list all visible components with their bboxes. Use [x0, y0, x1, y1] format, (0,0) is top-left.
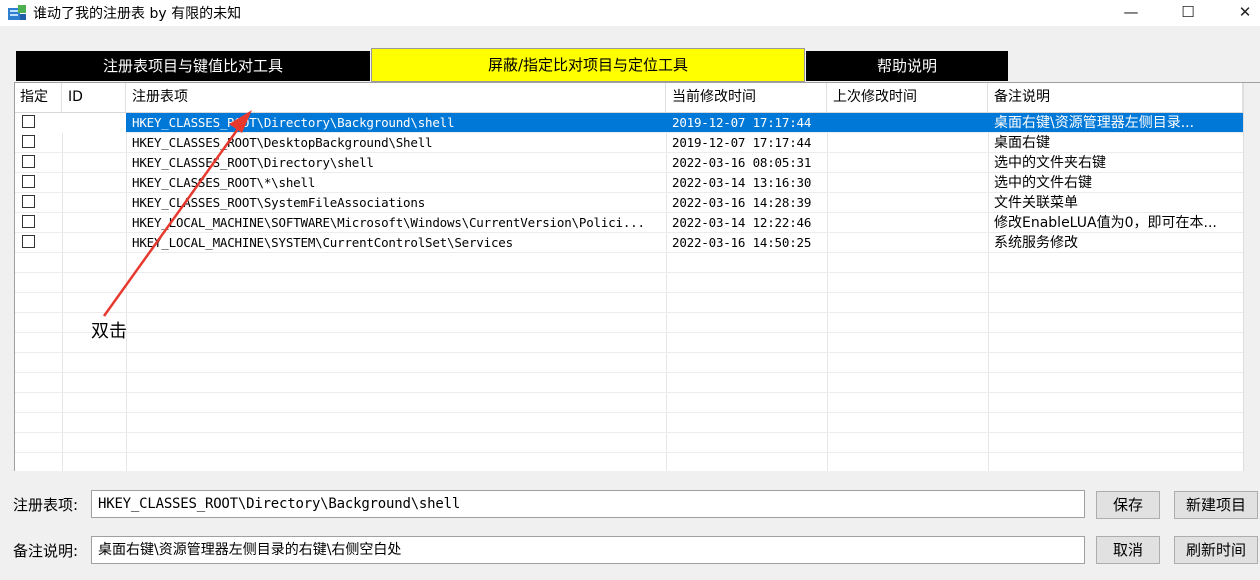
row-checkbox[interactable]	[22, 235, 35, 248]
row-current-time: 2022-03-16 14:50:25	[672, 235, 812, 250]
annotation-label: 双击	[91, 321, 127, 342]
row-current-time: 2022-03-16 08:05:31	[672, 155, 812, 170]
tab-mask-locate[interactable]: 屏蔽/指定比对项目与定位工具	[371, 48, 805, 82]
table-row[interactable]	[15, 273, 1243, 293]
row-key: HKEY_LOCAL_MACHINE\SYSTEM\CurrentControl…	[132, 235, 513, 250]
table-row[interactable]	[15, 433, 1243, 453]
row-key: HKEY_LOCAL_MACHINE\SOFTWARE\Microsoft\Wi…	[132, 215, 645, 230]
row-checkbox-cell[interactable]	[15, 193, 62, 213]
col-header-note[interactable]: 备注说明	[988, 83, 1243, 112]
table-row[interactable]: HKEY_CLASSES_ROOT\SystemFileAssociations…	[15, 193, 1243, 213]
table-row[interactable]	[15, 353, 1243, 373]
save-button[interactable]: 保存	[1096, 491, 1160, 519]
refresh-time-button[interactable]: 刷新时间	[1174, 536, 1258, 564]
row-checkbox[interactable]	[22, 215, 35, 228]
row-checkbox[interactable]	[22, 115, 35, 128]
new-item-button[interactable]: 新建项目	[1174, 491, 1258, 519]
row-key: HKEY_CLASSES_ROOT\Directory\Background\s…	[132, 115, 455, 130]
table-row[interactable]	[15, 373, 1243, 393]
row-note: 桌面右键	[994, 135, 1050, 151]
row-checkbox-cell[interactable]	[15, 133, 62, 153]
row-note: 选中的文件夹右键	[994, 155, 1106, 171]
row-last-time	[827, 173, 988, 193]
window-title: 谁动了我的注册表 by 有限的未知	[33, 6, 242, 22]
row-last-time	[827, 233, 988, 253]
table-row[interactable]: HKEY_CLASSES_ROOT\Directory\shell 2022-03…	[15, 153, 1243, 173]
row-checkbox-cell[interactable]	[15, 113, 62, 133]
col-header-key[interactable]: 注册表项	[126, 83, 666, 112]
tab-registry-compare[interactable]: 注册表项目与键值比对工具	[16, 51, 370, 81]
row-id	[62, 233, 126, 253]
row-last-time	[827, 113, 988, 133]
app-icon	[8, 5, 26, 20]
row-checkbox[interactable]	[22, 175, 35, 188]
table-row[interactable]	[15, 413, 1243, 433]
table-row[interactable]	[15, 253, 1243, 273]
tab-help[interactable]: 帮助说明	[806, 51, 1008, 81]
row-id	[62, 173, 126, 193]
grid-header: 指定 ID 注册表项 当前修改时间 上次修改时间 备注说明	[15, 83, 1243, 113]
table-row[interactable]: HKEY_LOCAL_MACHINE\SYSTEM\CurrentControl…	[15, 233, 1243, 253]
col-header-current-time[interactable]: 当前修改时间	[666, 83, 827, 112]
table-row[interactable]: HKEY_CLASSES_ROOT\*\shell 2022-03-14 13:1…	[15, 173, 1243, 193]
row-checkbox-cell[interactable]	[15, 153, 62, 173]
row-checkbox-cell[interactable]	[15, 213, 62, 233]
row-checkbox-cell[interactable]	[15, 233, 62, 253]
row-note: 文件关联菜单	[994, 195, 1078, 211]
key-label: 注册表项:	[13, 496, 79, 514]
col-header-last-time[interactable]: 上次修改时间	[827, 83, 988, 112]
row-key: HKEY_CLASSES_ROOT\*\shell	[132, 175, 316, 190]
row-last-time	[827, 193, 988, 213]
table-row[interactable]	[15, 313, 1243, 333]
maximize-button[interactable]: ☐	[1160, 0, 1216, 26]
row-last-time	[827, 213, 988, 233]
row-last-time	[827, 133, 988, 153]
minimize-button[interactable]: —	[1103, 0, 1159, 26]
table-row[interactable]	[15, 393, 1243, 413]
close-button[interactable]: ✕	[1217, 0, 1260, 26]
vertical-scrollbar[interactable]	[1243, 83, 1260, 471]
row-last-time	[827, 153, 988, 173]
row-note: 系统服务修改	[994, 235, 1078, 251]
table-row[interactable]: HKEY_CLASSES_ROOT\Directory\Background\s…	[15, 113, 1243, 133]
col-header-assign[interactable]: 指定	[15, 83, 62, 112]
cancel-button[interactable]: 取消	[1096, 536, 1160, 564]
row-current-time: 2022-03-14 12:22:46	[672, 215, 812, 230]
table-row[interactable]	[15, 333, 1243, 353]
row-current-time: 2019-12-07 17:17:44	[672, 115, 812, 130]
row-id	[62, 113, 126, 133]
row-current-time: 2022-03-16 14:28:39	[672, 195, 812, 210]
row-note: 修改EnableLUA值为0，即可在本...	[994, 215, 1217, 231]
row-key: HKEY_CLASSES_ROOT\Directory\shell	[132, 155, 374, 170]
row-checkbox[interactable]	[22, 155, 35, 168]
registry-grid[interactable]: 指定 ID 注册表项 当前修改时间 上次修改时间 备注说明 HKEY_CLASS…	[14, 82, 1260, 471]
table-row[interactable]	[15, 293, 1243, 313]
title-bar: 谁动了我的注册表 by 有限的未知 — ☐ ✕	[0, 0, 1260, 26]
row-id	[62, 133, 126, 153]
row-key: HKEY_CLASSES_ROOT\SystemFileAssociations	[132, 195, 426, 210]
row-id	[62, 213, 126, 233]
row-key: HKEY_CLASSES_ROOT\DesktopBackground\Shel…	[132, 135, 433, 150]
row-note: 桌面右键\资源管理器左侧目录...	[994, 115, 1195, 131]
table-row[interactable]: HKEY_CLASSES_ROOT\DesktopBackground\Shel…	[15, 133, 1243, 153]
row-current-time: 2022-03-14 13:16:30	[672, 175, 812, 190]
table-row[interactable]: HKEY_LOCAL_MACHINE\SOFTWARE\Microsoft\Wi…	[15, 213, 1243, 233]
table-row[interactable]	[15, 453, 1243, 471]
note-input[interactable]: 桌面右键\资源管理器左侧目录的右键\右侧空白处	[91, 536, 1085, 564]
key-input[interactable]: HKEY_CLASSES_ROOT\Directory\Background\s…	[91, 490, 1085, 518]
col-header-id[interactable]: ID	[62, 83, 126, 112]
row-id	[62, 193, 126, 213]
row-current-time: 2019-12-07 17:17:44	[672, 135, 812, 150]
row-id	[62, 153, 126, 173]
row-checkbox[interactable]	[22, 195, 35, 208]
note-label: 备注说明:	[13, 542, 79, 560]
row-checkbox[interactable]	[22, 135, 35, 148]
row-checkbox-cell[interactable]	[15, 173, 62, 193]
row-note: 选中的文件右键	[994, 175, 1092, 191]
